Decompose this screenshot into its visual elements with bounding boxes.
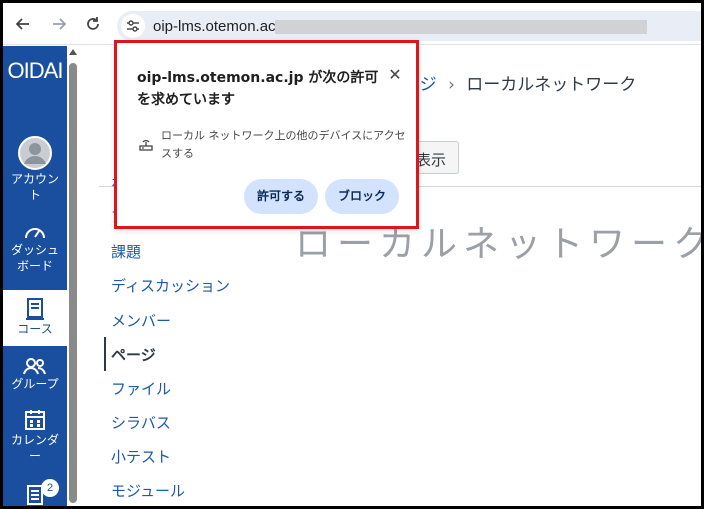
nav-calendar[interactable]: カレンダー (3, 409, 67, 464)
close-button[interactable]: ✕ (385, 65, 405, 85)
breadcrumb: ージ › ローカルネットワーク (403, 70, 636, 95)
logo[interactable]: OIDAI (3, 58, 67, 84)
course-nav-assignments[interactable]: 課題 (111, 241, 141, 262)
nav-account-label: アカウント (11, 172, 60, 202)
allow-button[interactable]: 許可する (244, 179, 318, 214)
breadcrumb-separator: › (448, 75, 455, 95)
arrow-left-icon (15, 18, 29, 30)
inbox-badge: 2 (41, 479, 59, 497)
course-nav-syllabus[interactable]: シラバス (111, 412, 171, 433)
browser-window: oip-lms.otemon.ac.jp/ OIDAI アカウント ダッシュボー… (3, 3, 701, 506)
nav-course-label: コース (17, 322, 53, 336)
dashboard-icon (25, 228, 45, 239)
forward-button[interactable] (47, 12, 71, 36)
reload-button[interactable] (81, 12, 105, 36)
course-icon (26, 298, 44, 320)
calendar-icon (25, 410, 45, 430)
nav-dashboard[interactable]: ダッシュボード (3, 223, 67, 274)
close-icon: ✕ (388, 65, 402, 84)
reload-icon (87, 17, 99, 30)
global-nav-sidebar: OIDAI アカウント ダッシュボード コース グループ カレンダー 2 (3, 46, 67, 506)
permission-title: oip-lms.otemon.ac.jp が次の許可を求めています (137, 70, 379, 108)
course-nav-active-indicator (104, 337, 106, 371)
scroll-up-arrow[interactable] (69, 49, 77, 55)
permission-prompt: oip-lms.otemon.ac.jp が次の許可を求めています ✕ ローカル… (114, 40, 419, 229)
nav-group-label: グループ (11, 377, 59, 391)
course-nav-discussions[interactable]: ディスカッション (111, 275, 230, 296)
local-network-icon (139, 140, 153, 151)
nav-account[interactable]: アカウント (3, 136, 67, 203)
arrow-right-icon (53, 18, 67, 30)
account-icon (18, 136, 52, 170)
course-nav-modules[interactable]: モジュール (111, 480, 185, 501)
group-icon (23, 358, 46, 375)
course-nav-quizzes[interactable]: 小テスト (111, 446, 171, 467)
nav-dashboard-label: ダッシュボード (10, 243, 59, 273)
nav-group[interactable]: グループ (3, 357, 67, 392)
course-nav-pages[interactable]: ページ (111, 344, 156, 365)
nav-calendar-label: カレンダー (11, 433, 60, 463)
address-bar[interactable]: oip-lms.otemon.ac.jp/ (117, 11, 701, 41)
scrollbar-thumb[interactable] (69, 63, 77, 503)
course-nav-files[interactable]: ファイル (111, 378, 171, 399)
breadcrumb-current: ローカルネットワーク (466, 75, 637, 95)
view-button-label: 表示 (416, 151, 447, 169)
back-button[interactable] (11, 12, 35, 36)
tune-icon (127, 20, 139, 32)
url-redacted-area (275, 20, 647, 34)
permission-description: ローカル ネットワーク上の他のデバイスにアクセスする (161, 129, 406, 160)
block-button[interactable]: ブロック (325, 179, 399, 214)
course-nav-members[interactable]: メンバー (111, 310, 171, 331)
site-info-button[interactable] (121, 14, 145, 38)
browser-toolbar: oip-lms.otemon.ac.jp/ (3, 3, 701, 45)
nav-course[interactable]: コース (3, 298, 67, 337)
